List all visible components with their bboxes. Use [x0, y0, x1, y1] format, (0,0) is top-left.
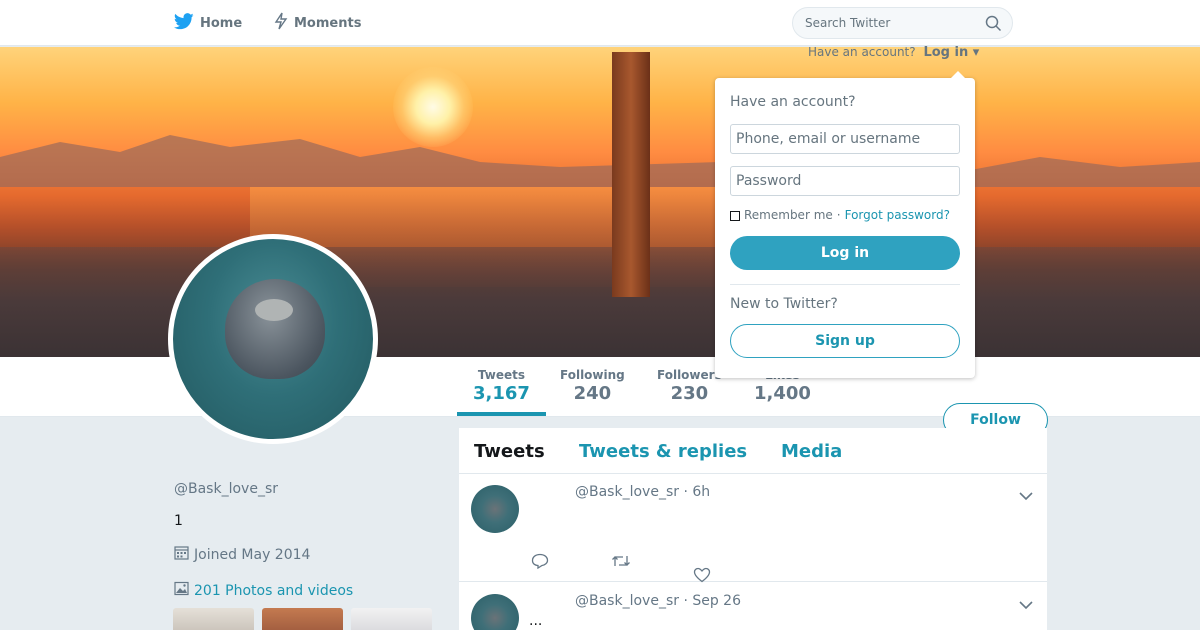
tweet-avatar[interactable] [471, 594, 519, 630]
nav-home[interactable]: Home [174, 0, 242, 46]
search-box [792, 7, 1013, 39]
reply-icon[interactable] [531, 553, 549, 587]
photos-link-label: 201 Photos and videos [194, 582, 354, 599]
login-link-label: Log in [923, 45, 969, 60]
tweet-avatar[interactable] [471, 485, 519, 533]
stat-tweets[interactable]: Tweets 3,167 [457, 368, 546, 416]
stat-value: 230 [670, 383, 709, 404]
divider [730, 284, 960, 285]
stat-followers[interactable]: Followers 230 [657, 368, 722, 404]
retweet-icon[interactable] [611, 553, 631, 587]
login-panel-title: Have an account? [730, 94, 856, 110]
tweet[interactable]: @Bask_love_sr · Sep 26 ... [459, 583, 1047, 630]
remember-label: Remember me [744, 208, 833, 222]
profile-joined: Joined May 2014 [174, 545, 310, 564]
timeline-tabs: Tweets Tweets & replies Media [459, 428, 1047, 474]
profile-bio: 1 [174, 513, 183, 529]
forgot-password-link[interactable]: Forgot password? [845, 208, 950, 222]
stat-label: Following [560, 368, 625, 382]
tweet-meta[interactable]: @Bask_love_sr · Sep 26 [575, 593, 741, 609]
tweet-actions [531, 553, 711, 587]
stat-label: Followers [657, 368, 722, 382]
cover-mountains [0, 135, 1200, 187]
stat-following[interactable]: Following 240 [560, 368, 625, 404]
active-underline [457, 412, 546, 416]
top-nav-bar: Home Moments [0, 0, 1200, 46]
tab-tweets-replies[interactable]: Tweets & replies [579, 441, 747, 462]
avatar-dolphin [225, 279, 325, 379]
timeline: Tweets Tweets & replies Media @Bask_love… [459, 428, 1047, 630]
login-dropdown-panel: Have an account? Remember me · Forgot pa… [715, 71, 975, 378]
stat-value: 240 [573, 383, 612, 404]
photo-thumbnail[interactable] [351, 608, 432, 630]
photo-icon [174, 581, 189, 600]
tab-media[interactable]: Media [781, 441, 842, 462]
profile-avatar[interactable] [168, 234, 378, 444]
separator-dot: · [836, 208, 841, 222]
photo-thumbnail[interactable] [173, 608, 254, 630]
cover-tower [612, 52, 650, 297]
photo-thumbnails [173, 608, 432, 630]
tweet-text: ... [529, 613, 543, 629]
login-prompt: Have an account? Log in ▾ [808, 45, 979, 60]
remember-row: Remember me · Forgot password? [730, 208, 950, 222]
signup-button[interactable]: Sign up [730, 324, 960, 358]
stat-value: 1,400 [754, 383, 811, 404]
joined-label: Joined May 2014 [194, 546, 311, 563]
new-to-twitter-label: New to Twitter? [730, 296, 838, 312]
nav-home-label: Home [200, 15, 243, 31]
photo-thumbnail[interactable] [262, 608, 343, 630]
stat-value: 3,167 [473, 383, 530, 404]
search-icon[interactable] [985, 15, 1002, 36]
password-field[interactable] [730, 166, 960, 196]
login-dropdown-toggle[interactable]: Log in ▾ [923, 45, 979, 60]
tweet[interactable]: @Bask_love_sr · 6h [459, 474, 1047, 583]
remember-checkbox[interactable] [730, 211, 740, 221]
nav-moments[interactable]: Moments [274, 0, 361, 46]
login-prompt-text: Have an account? [808, 45, 916, 59]
tab-tweets[interactable]: Tweets [474, 441, 545, 462]
avatar-dolphin-beak [255, 299, 293, 321]
profile-handle[interactable]: @Bask_love_sr [174, 481, 278, 497]
tweet-meta[interactable]: @Bask_love_sr · 6h [575, 484, 710, 500]
username-field[interactable] [730, 124, 960, 154]
caret-down-icon: ▾ [972, 45, 980, 60]
chevron-down-icon[interactable] [1019, 595, 1033, 614]
stat-label: Tweets [477, 368, 526, 382]
lightning-icon [274, 12, 288, 34]
chevron-down-icon[interactable] [1019, 486, 1033, 505]
photos-link[interactable]: 201 Photos and videos [174, 581, 353, 600]
twitter-bird-icon [174, 12, 194, 34]
search-input[interactable] [793, 16, 973, 30]
login-button[interactable]: Log in [730, 236, 960, 270]
nav-moments-label: Moments [294, 15, 362, 31]
calendar-icon [174, 545, 189, 564]
